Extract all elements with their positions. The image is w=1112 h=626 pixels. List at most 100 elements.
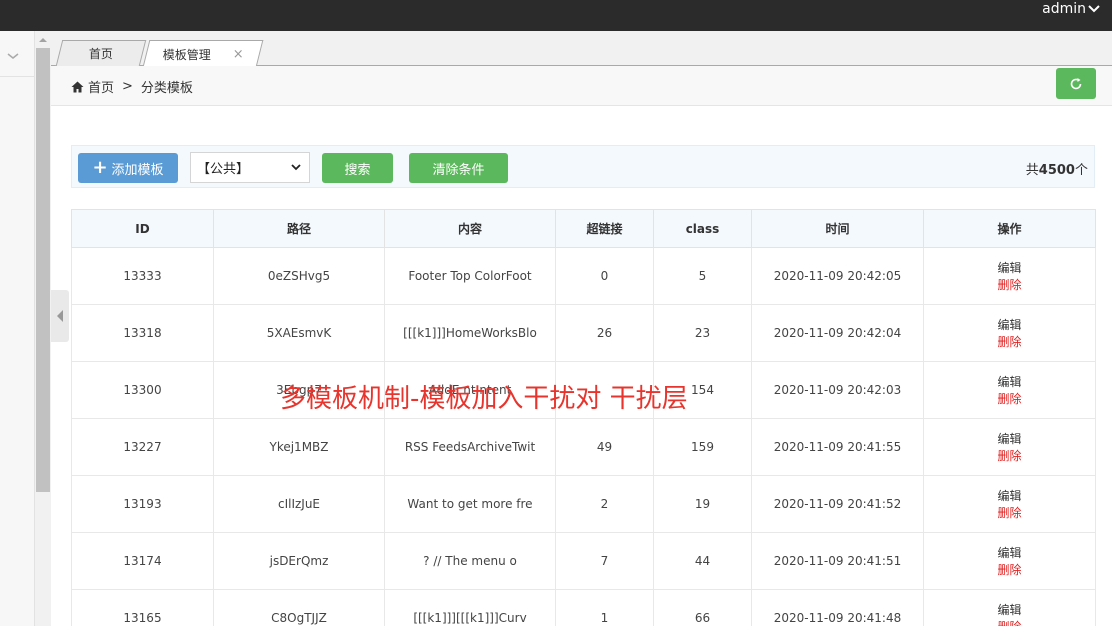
column-header-content: 内容 bbox=[384, 209, 556, 248]
refresh-button[interactable] bbox=[1056, 68, 1096, 99]
top-bar: admin bbox=[0, 0, 1112, 31]
delete-link[interactable]: 删除 bbox=[997, 449, 1021, 463]
edit-link[interactable]: 编辑 bbox=[997, 603, 1021, 617]
cell-content: Footer Top ColorFoot bbox=[384, 247, 556, 305]
cell-links: 26 bbox=[555, 304, 654, 362]
table-row: 13227 Ykej1MBZ RSS FeedsArchiveTwit 49 159 20… bbox=[71, 418, 1096, 476]
delete-link[interactable]: 删除 bbox=[997, 335, 1021, 349]
cell-class: 44 bbox=[653, 532, 752, 590]
cell-time: 2020-11-09 20:41:52 bbox=[751, 475, 924, 533]
add-template-button[interactable]: + 添加模板 bbox=[78, 153, 178, 183]
chevron-down-icon[interactable] bbox=[6, 51, 20, 61]
column-header-actions: 操作 bbox=[923, 209, 1096, 248]
cell-actions: 编辑删除 bbox=[923, 304, 1096, 362]
clear-filters-label: 清除条件 bbox=[432, 162, 485, 178]
cell-class: 19 bbox=[653, 475, 752, 533]
table-row: 13165 C8OgTJJZ [[[k1]]][[[k1]]]Curv 1 66 2020… bbox=[71, 589, 1096, 626]
tab-template-management[interactable]: 模板管理 × bbox=[142, 40, 264, 67]
total-prefix: 共 bbox=[1025, 163, 1039, 178]
search-button[interactable]: 搜索 bbox=[322, 153, 393, 183]
cell-actions: 编辑删除 bbox=[923, 532, 1096, 590]
cell-content: [[[k1]]]HomeWorksBlo bbox=[384, 304, 556, 362]
search-label: 搜索 bbox=[344, 162, 371, 178]
cell-content: Want to get more fre bbox=[384, 475, 556, 533]
template-table: ID 路径 内容 超链接 class 时间 操作 13333 0eZSHvg5 Fo… bbox=[71, 209, 1096, 626]
filter-toolbar: + 添加模板 【公共】 搜索 清除条件 共4500个 bbox=[71, 145, 1095, 188]
cell-links: 0 bbox=[555, 247, 654, 305]
cell-links: 7 bbox=[555, 532, 654, 590]
row-actions: 编辑删除 bbox=[925, 318, 1095, 349]
cell-actions: 编辑删除 bbox=[923, 589, 1096, 626]
tab-label: 模板管理 bbox=[162, 47, 211, 62]
cell-class: 154 bbox=[653, 361, 752, 419]
cell-path: jsDErQmz bbox=[213, 532, 385, 590]
row-actions: 编辑删除 bbox=[925, 261, 1095, 292]
cell-path: 3Ebgp7 bbox=[213, 361, 385, 419]
tab-home[interactable]: 首页 bbox=[55, 40, 147, 66]
category-select-value: 【公共】 bbox=[197, 162, 250, 177]
refresh-icon bbox=[1070, 77, 1082, 89]
user-name: admin bbox=[1042, 1, 1086, 17]
cell-id: 13227 bbox=[71, 418, 214, 476]
chevron-down-icon bbox=[1088, 5, 1100, 13]
scrollbar-thumb[interactable] bbox=[36, 48, 50, 492]
column-header-path: 路径 bbox=[213, 209, 385, 248]
delete-link[interactable]: 删除 bbox=[997, 506, 1021, 520]
breadcrumb-home[interactable]: 首页 bbox=[71, 77, 114, 96]
delete-link[interactable]: 删除 bbox=[997, 620, 1021, 626]
scroll-up-arrow-icon[interactable] bbox=[39, 38, 47, 42]
cell-time: 2020-11-09 20:42:03 bbox=[751, 361, 924, 419]
table-row: 13193 cIlIzJuE Want to get more fre 2 19 2020… bbox=[71, 475, 1096, 533]
cell-class: 159 bbox=[653, 418, 752, 476]
cell-links: 2 bbox=[555, 475, 654, 533]
edit-link[interactable]: 编辑 bbox=[997, 489, 1021, 503]
sidebar bbox=[0, 31, 35, 626]
cell-links: 1 bbox=[555, 589, 654, 626]
cell-id: 13300 bbox=[71, 361, 214, 419]
cell-path: cIlIzJuE bbox=[213, 475, 385, 533]
breadcrumb-bar: 首页 > 分类模板 bbox=[51, 66, 1112, 106]
table-header-row: ID 路径 内容 超链接 class 时间 操作 bbox=[71, 209, 1096, 248]
clear-filters-button[interactable]: 清除条件 bbox=[409, 153, 508, 183]
chevron-down-icon bbox=[291, 164, 301, 171]
cell-content: AddE nt ntent bbox=[384, 361, 556, 419]
delete-link[interactable]: 删除 bbox=[997, 278, 1021, 292]
edit-link[interactable]: 编辑 bbox=[997, 261, 1021, 275]
cell-class: 23 bbox=[653, 304, 752, 362]
total-count: 共4500个 bbox=[1026, 159, 1088, 178]
category-select[interactable]: 【公共】 bbox=[190, 152, 310, 183]
user-menu[interactable]: admin bbox=[1042, 0, 1100, 18]
sidebar-toggle[interactable] bbox=[51, 290, 69, 342]
total-suffix: 个 bbox=[1074, 163, 1088, 178]
edit-link[interactable]: 编辑 bbox=[997, 318, 1021, 332]
breadcrumb-current: 分类模板 bbox=[140, 81, 193, 96]
total-number: 4500 bbox=[1038, 163, 1075, 178]
column-header-id: ID bbox=[71, 209, 214, 248]
tab-bar: 首页 模板管理 × bbox=[51, 31, 1112, 67]
cell-path: 0eZSHvg5 bbox=[213, 247, 385, 305]
tab-label: 首页 bbox=[88, 47, 113, 61]
cell-path: 5XAEsmvK bbox=[213, 304, 385, 362]
row-actions: 编辑删除 bbox=[925, 603, 1095, 626]
delete-link[interactable]: 删除 bbox=[997, 392, 1021, 406]
cell-time: 2020-11-09 20:41:51 bbox=[751, 532, 924, 590]
delete-link[interactable]: 删除 bbox=[997, 563, 1021, 577]
edit-link[interactable]: 编辑 bbox=[997, 375, 1021, 389]
sidebar-divider bbox=[0, 76, 35, 77]
table-row: 13333 0eZSHvg5 Footer Top ColorFoot 0 5 2020-… bbox=[71, 247, 1096, 305]
cell-id: 13165 bbox=[71, 589, 214, 626]
cell-path: Ykej1MBZ bbox=[213, 418, 385, 476]
cell-time: 2020-11-09 20:41:55 bbox=[751, 418, 924, 476]
close-icon[interactable]: × bbox=[232, 47, 243, 62]
edit-link[interactable]: 编辑 bbox=[997, 432, 1021, 446]
cell-class: 5 bbox=[653, 247, 752, 305]
cell-links bbox=[555, 361, 654, 419]
cell-class: 66 bbox=[653, 589, 752, 626]
breadcrumb: 首页 > 分类模板 bbox=[71, 77, 193, 96]
plus-icon: + bbox=[92, 157, 108, 178]
cell-time: 2020-11-09 20:41:48 bbox=[751, 589, 924, 626]
edit-link[interactable]: 编辑 bbox=[997, 546, 1021, 560]
cell-time: 2020-11-09 20:42:05 bbox=[751, 247, 924, 305]
cell-id: 13318 bbox=[71, 304, 214, 362]
column-header-links: 超链接 bbox=[555, 209, 654, 248]
